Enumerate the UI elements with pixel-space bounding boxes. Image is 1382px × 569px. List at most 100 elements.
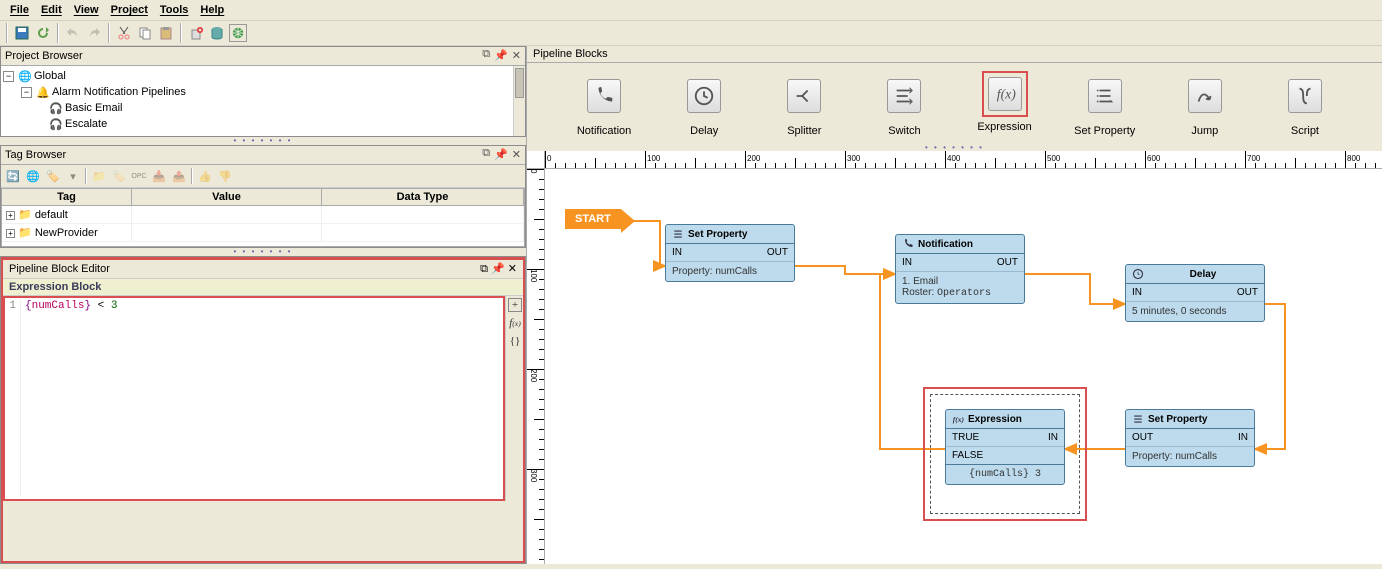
menu-edit[interactable]: Edit xyxy=(35,2,68,18)
panel-pin-icon[interactable]: 📌 xyxy=(494,49,508,63)
braces-icon[interactable]: {} xyxy=(508,334,522,348)
port-out[interactable]: OUT xyxy=(1132,432,1153,443)
folder-icon[interactable]: 📁 xyxy=(91,168,107,184)
port-in[interactable]: IN xyxy=(1238,432,1248,443)
palette-switch[interactable]: Switch xyxy=(864,71,944,137)
globe-icon: 🌐 xyxy=(18,69,32,83)
expression-editor[interactable]: 1 {numCalls} < 3 xyxy=(3,296,505,501)
fx-icon[interactable]: f(x) xyxy=(508,316,522,330)
paste-icon[interactable] xyxy=(157,24,175,42)
panel-pin-icon[interactable]: 📌 xyxy=(494,148,508,162)
project-tree[interactable]: −🌐Global −🔔Alarm Notification Pipelines … xyxy=(1,66,525,136)
tree-node-escalate[interactable]: Escalate xyxy=(65,118,107,130)
delete-icon[interactable] xyxy=(187,24,205,42)
palette-expression[interactable]: f(x) Expression xyxy=(965,71,1045,137)
tag-toolbar: 🔄 🌐 🏷️ ▾ 📁 🏷️ OPC 📥 📤 👍 👎 xyxy=(1,165,525,188)
splitter-grip[interactable]: • • • • • • • xyxy=(0,248,526,256)
splitter-grip[interactable]: • • • • • • • xyxy=(0,137,526,145)
redo-icon[interactable] xyxy=(85,24,103,42)
column-tag[interactable]: Tag xyxy=(2,189,132,205)
table-row[interactable]: + 📁 NewProvider xyxy=(2,224,524,242)
port-in[interactable]: IN xyxy=(1048,432,1058,443)
tree-node-global[interactable]: Global xyxy=(34,70,66,82)
palette-notification[interactable]: Notification xyxy=(564,71,644,137)
save-icon[interactable] xyxy=(13,24,31,42)
opc-icon[interactable]: OPC xyxy=(131,168,147,184)
tag-icon[interactable]: 🏷️ xyxy=(45,168,61,184)
pipeline-canvas[interactable]: START Set Property INOUT Property: numCa… xyxy=(545,169,1382,564)
column-value[interactable]: Value xyxy=(132,189,322,205)
block-set-property-1[interactable]: Set Property INOUT Property: numCalls xyxy=(665,224,795,282)
thumbsdown-icon[interactable]: 👎 xyxy=(217,168,233,184)
port-out[interactable]: OUT xyxy=(767,247,788,258)
palette-set-property[interactable]: Set Property xyxy=(1065,71,1145,137)
switch-icon xyxy=(887,79,921,113)
menu-tools[interactable]: Tools xyxy=(154,2,195,18)
panel-restore-icon[interactable]: ⧉ xyxy=(480,263,488,275)
add-icon[interactable]: + xyxy=(508,298,522,312)
block-body: {numCalls} 3 xyxy=(946,465,1064,484)
cut-icon[interactable] xyxy=(115,24,133,42)
splitter-grip[interactable]: • • • • • • • xyxy=(527,143,1382,151)
thumbsup-icon[interactable]: 👍 xyxy=(197,168,213,184)
palette-jump[interactable]: Jump xyxy=(1165,71,1245,137)
list-icon xyxy=(1132,413,1144,425)
port-out[interactable]: OUT xyxy=(997,257,1018,268)
block-delay[interactable]: Delay INOUT 5 minutes, 0 seconds xyxy=(1125,264,1265,322)
column-datatype[interactable]: Data Type xyxy=(322,189,524,205)
import-icon[interactable]: 📥 xyxy=(151,168,167,184)
globe-icon[interactable]: 🌐 xyxy=(25,168,41,184)
panel-restore-icon[interactable]: ⧉ xyxy=(482,49,490,63)
menu-help[interactable]: Help xyxy=(194,2,230,18)
tree-expander[interactable]: − xyxy=(3,71,14,82)
export-icon[interactable]: 📤 xyxy=(171,168,187,184)
menu-file[interactable]: File xyxy=(4,2,35,18)
palette-splitter[interactable]: Splitter xyxy=(764,71,844,137)
port-in[interactable]: IN xyxy=(672,247,682,258)
tree-expander[interactable]: − xyxy=(21,87,32,98)
undo-icon[interactable] xyxy=(64,24,82,42)
code-content[interactable]: {numCalls} < 3 xyxy=(21,300,499,497)
table-row[interactable]: + 📁 default xyxy=(2,206,524,224)
copy-icon[interactable] xyxy=(136,24,154,42)
refresh-icon[interactable] xyxy=(34,24,52,42)
add-tag-icon[interactable]: 🏷️ xyxy=(111,168,127,184)
panel-close-icon[interactable]: ✕ xyxy=(512,49,521,63)
list-icon xyxy=(672,228,684,240)
block-body: 5 minutes, 0 seconds xyxy=(1126,302,1264,321)
start-block[interactable]: START xyxy=(565,209,621,229)
port-in[interactable]: IN xyxy=(902,257,912,268)
menu-project[interactable]: Project xyxy=(105,2,154,18)
panel-close-icon[interactable]: ✕ xyxy=(512,148,521,162)
tree-node-pipelines[interactable]: Alarm Notification Pipelines xyxy=(52,86,186,98)
panel-restore-icon[interactable]: ⧉ xyxy=(482,148,490,162)
port-in[interactable]: IN xyxy=(1132,287,1142,298)
block-body: Property: numCalls xyxy=(1126,447,1254,466)
panel-pin-icon[interactable]: 📌 xyxy=(491,263,505,275)
palette-script[interactable]: Script xyxy=(1265,71,1345,137)
globe-icon[interactable] xyxy=(229,24,247,42)
clock-icon xyxy=(687,79,721,113)
port-true[interactable]: TRUE xyxy=(952,432,979,443)
palette-delay[interactable]: Delay xyxy=(664,71,744,137)
tag-name: default xyxy=(35,209,68,221)
chevron-down-icon[interactable]: ▾ xyxy=(65,168,81,184)
block-body: 1. Email Roster: Operators xyxy=(896,272,1024,303)
line-number: 1 xyxy=(9,300,21,497)
tag-name: NewProvider xyxy=(35,227,98,239)
scrollbar[interactable] xyxy=(513,66,525,136)
block-expression[interactable]: f(x)Expression TRUEIN FALSE {numCalls} 3 xyxy=(945,409,1065,485)
jump-icon xyxy=(1188,79,1222,113)
menu-view[interactable]: View xyxy=(68,2,105,18)
db-icon[interactable] xyxy=(208,24,226,42)
ruler-horizontal: 0100200300400500600700800 xyxy=(545,151,1382,169)
splitter-icon xyxy=(787,79,821,113)
port-false[interactable]: FALSE xyxy=(952,450,983,461)
panel-close-icon[interactable]: ✕ xyxy=(508,263,517,275)
port-out[interactable]: OUT xyxy=(1237,287,1258,298)
script-icon xyxy=(1288,79,1322,113)
tree-node-basic-email[interactable]: Basic Email xyxy=(65,102,122,114)
refresh-icon[interactable]: 🔄 xyxy=(5,168,21,184)
block-notification[interactable]: Notification INOUT 1. Email Roster: Oper… xyxy=(895,234,1025,304)
block-set-property-2[interactable]: Set Property OUTIN Property: numCalls xyxy=(1125,409,1255,467)
